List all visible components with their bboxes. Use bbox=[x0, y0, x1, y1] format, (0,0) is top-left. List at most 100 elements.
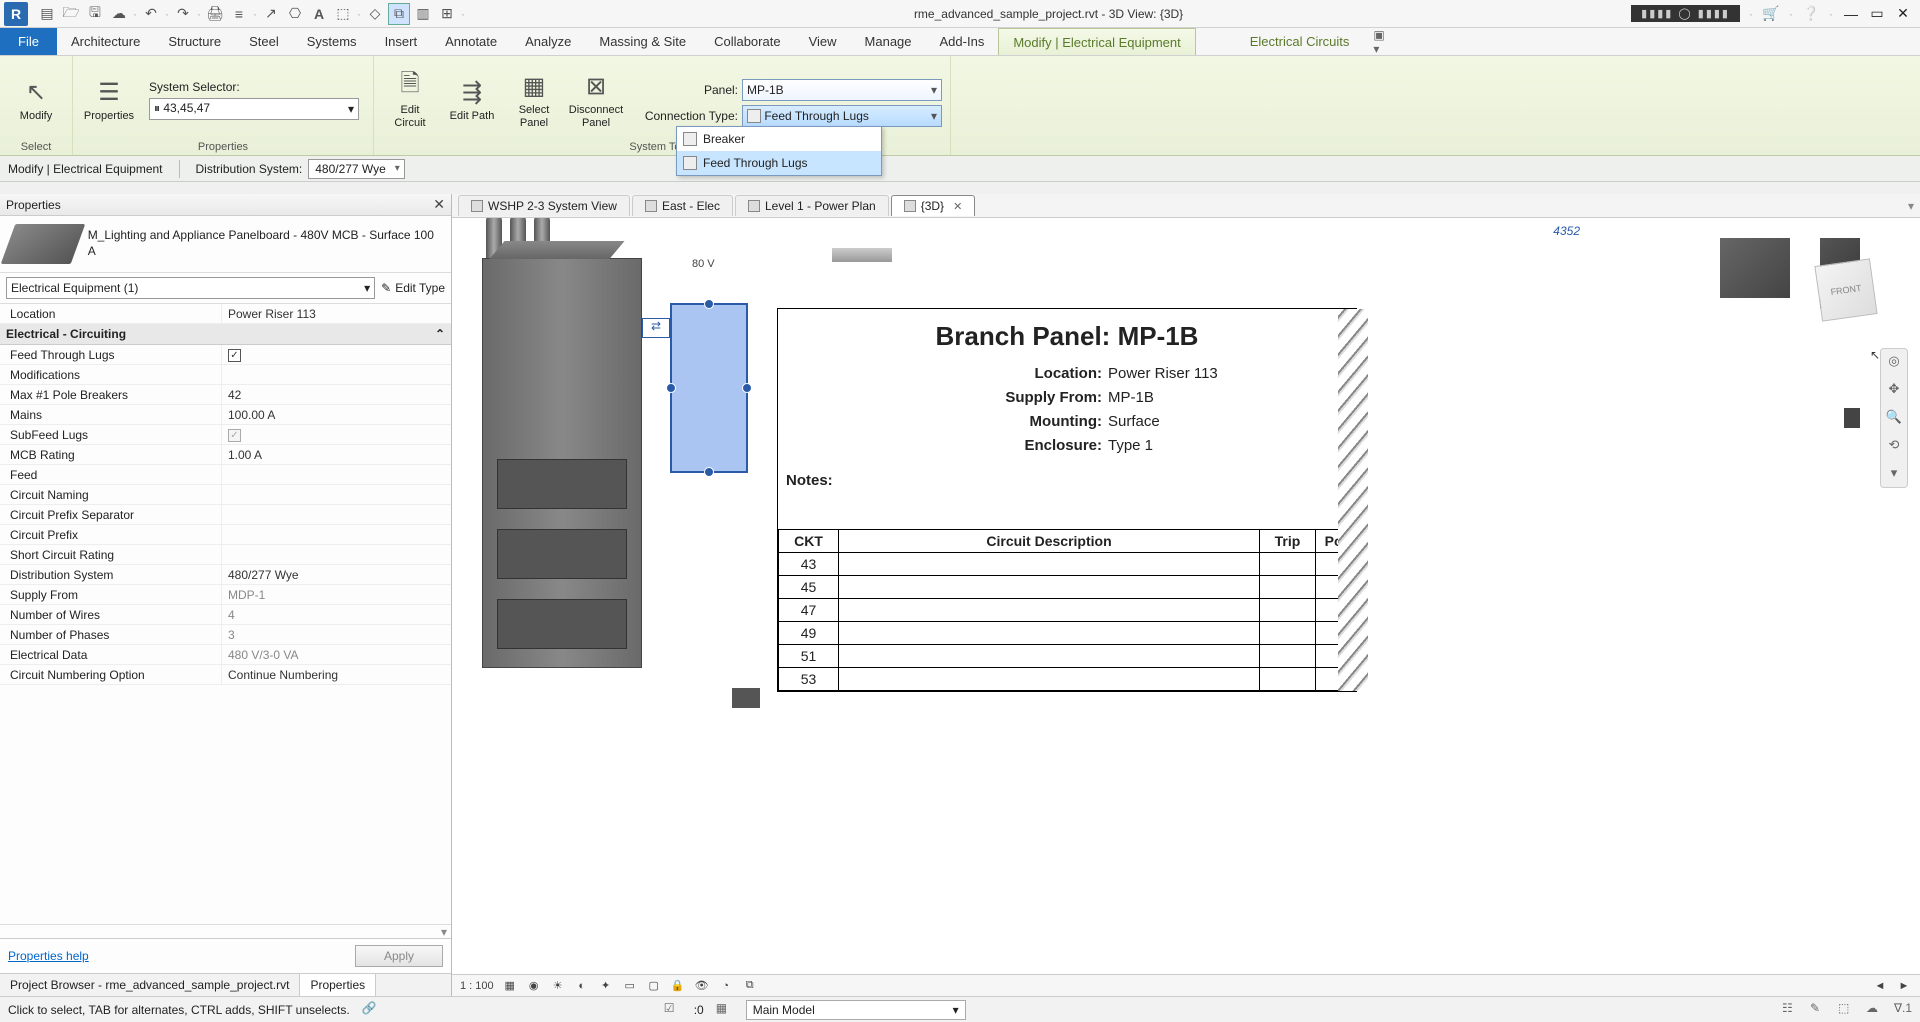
tab-project-browser[interactable]: Project Browser - rme_advanced_sample_pr… bbox=[0, 974, 300, 996]
tab-structure[interactable]: Structure bbox=[154, 28, 235, 55]
ribbon-collapse-icon[interactable]: ▣ ▾ bbox=[1373, 28, 1389, 42]
editing-requests-icon[interactable]: ✎ bbox=[1810, 1001, 1828, 1019]
dropdown-item-breaker[interactable]: Breaker bbox=[677, 127, 881, 151]
qat-print-icon[interactable]: 🖨 bbox=[204, 3, 226, 25]
minimize-icon[interactable]: — bbox=[1842, 5, 1860, 23]
reveal-icon[interactable]: ◔ bbox=[718, 978, 734, 994]
properties-help-link[interactable]: Properties help bbox=[8, 949, 89, 963]
qat-undo-icon[interactable]: ↶ bbox=[140, 3, 162, 25]
constraints-icon[interactable]: ⧉ bbox=[742, 978, 758, 994]
design-options-icon[interactable]: ☷ bbox=[1782, 1001, 1800, 1019]
rendering-icon[interactable]: ✦ bbox=[598, 978, 614, 994]
type-selector[interactable]: M_Lighting and Appliance Panelboard - 48… bbox=[0, 216, 451, 273]
property-row[interactable]: Distribution System480/277 Wye bbox=[0, 565, 451, 585]
select-links-icon[interactable]: 🔗 bbox=[362, 1001, 380, 1019]
qat-thinlines-icon[interactable]: ⧉ bbox=[388, 3, 410, 25]
property-row[interactable]: Modifications bbox=[0, 365, 451, 385]
property-row[interactable]: Number of Wires4 bbox=[0, 605, 451, 625]
qat-redo-icon[interactable]: ↷ bbox=[172, 3, 194, 25]
tab-insert[interactable]: Insert bbox=[371, 28, 432, 55]
lock-icon[interactable]: 🔒 bbox=[670, 978, 686, 994]
visual-style-icon[interactable]: ◉ bbox=[526, 978, 542, 994]
cart-icon[interactable]: 🛒 bbox=[1762, 5, 1780, 23]
property-row[interactable]: Circuit Naming bbox=[0, 485, 451, 505]
panel-dropdown[interactable]: MP-1B▾ bbox=[742, 79, 942, 101]
zoom-icon[interactable]: 🔍 bbox=[1885, 409, 1903, 427]
tab-modify-equipment[interactable]: Modify | Electrical Equipment bbox=[998, 28, 1195, 55]
apply-button[interactable]: Apply bbox=[355, 945, 443, 967]
view-cube[interactable]: FRONT bbox=[1814, 258, 1877, 321]
tab-collaborate[interactable]: Collaborate bbox=[700, 28, 795, 55]
view-tab[interactable]: East - Elec bbox=[632, 195, 733, 216]
restore-icon[interactable]: ▭ bbox=[1868, 5, 1886, 23]
detail-level-icon[interactable]: ▦ bbox=[502, 978, 518, 994]
view-tab[interactable]: Level 1 - Power Plan bbox=[735, 195, 889, 216]
tab-architecture[interactable]: Architecture bbox=[57, 28, 154, 55]
tab-analyze[interactable]: Analyze bbox=[511, 28, 585, 55]
modify-button[interactable]: ↖ Modify bbox=[8, 74, 64, 124]
qat-close-inactive-icon[interactable]: ▥ bbox=[412, 3, 434, 25]
qat-measure-icon[interactable]: ≡ bbox=[228, 3, 250, 25]
property-row[interactable]: Short Circuit Rating bbox=[0, 545, 451, 565]
flip-control-icon[interactable]: ⇄ bbox=[642, 318, 670, 338]
temp-hide-icon[interactable]: 👁 bbox=[694, 978, 710, 994]
tab-systems[interactable]: Systems bbox=[293, 28, 371, 55]
dropdown-item-feed-through-lugs[interactable]: Feed Through Lugs bbox=[677, 151, 881, 175]
qat-section-icon[interactable]: ◇ bbox=[364, 3, 386, 25]
crop-icon[interactable]: ▭ bbox=[622, 978, 638, 994]
drag-handle[interactable] bbox=[704, 467, 714, 477]
scroll-right-icon[interactable]: ► bbox=[1896, 978, 1912, 994]
property-row[interactable]: LocationPower Riser 113 bbox=[0, 304, 451, 324]
tab-manage[interactable]: Manage bbox=[851, 28, 926, 55]
qat-open-icon[interactable]: 🗁 bbox=[60, 3, 82, 25]
help-icon[interactable]: ❔ bbox=[1802, 5, 1820, 23]
property-row[interactable]: Circuit Numbering OptionContinue Numberi… bbox=[0, 665, 451, 685]
full-nav-wheel-icon[interactable]: ◎ bbox=[1885, 353, 1903, 371]
edit-path-button[interactable]: ⇶Edit Path bbox=[444, 74, 500, 124]
select-panel-button[interactable]: ▦Select Panel bbox=[506, 68, 562, 130]
qat-text-icon[interactable]: A bbox=[308, 3, 330, 25]
editable-only-icon[interactable]: ▦ bbox=[716, 1001, 734, 1019]
selected-element[interactable] bbox=[670, 303, 748, 473]
crop-visible-icon[interactable]: ▢ bbox=[646, 978, 662, 994]
property-row[interactable]: Number of Phases3 bbox=[0, 625, 451, 645]
edit-circuit-button[interactable]: 🗎Edit Circuit bbox=[382, 68, 438, 130]
qat-sync-icon[interactable]: ☁ bbox=[108, 3, 130, 25]
tab-properties[interactable]: Properties bbox=[300, 974, 376, 996]
close-icon[interactable]: ✕ bbox=[953, 200, 962, 213]
shadows-icon[interactable]: ◐ bbox=[574, 978, 590, 994]
checkbox-icon[interactable]: ✓ bbox=[228, 349, 241, 362]
property-row[interactable]: Circuit Prefix Separator bbox=[0, 505, 451, 525]
property-row[interactable]: Circuit Prefix bbox=[0, 525, 451, 545]
scroll-left-icon[interactable]: ◄ bbox=[1872, 978, 1888, 994]
file-tab[interactable]: File bbox=[0, 28, 57, 55]
qat-switch-icon[interactable]: ⊞ bbox=[436, 3, 458, 25]
drag-handle[interactable] bbox=[742, 383, 752, 393]
scale-value[interactable]: 1 : 100 bbox=[460, 980, 494, 992]
tab-overflow-icon[interactable]: ▾ bbox=[1908, 199, 1914, 213]
property-row[interactable]: Feed bbox=[0, 465, 451, 485]
sun-path-icon[interactable]: ☀ bbox=[550, 978, 566, 994]
qat-home-icon[interactable]: ▤ bbox=[36, 3, 58, 25]
selection-count-icon[interactable]: ∇.1 bbox=[1894, 1001, 1912, 1019]
connection-type-dropdown[interactable]: Feed Through Lugs▾ bbox=[742, 105, 942, 127]
tab-view[interactable]: View bbox=[795, 28, 851, 55]
qat-tag-icon[interactable]: ⎔ bbox=[284, 3, 306, 25]
property-row[interactable]: Feed Through Lugs✓ bbox=[0, 345, 451, 365]
qat-3d-icon[interactable]: ⬚ bbox=[332, 3, 354, 25]
tab-addins[interactable]: Add-Ins bbox=[926, 28, 999, 55]
property-row[interactable]: MCB Rating1.00 A bbox=[0, 445, 451, 465]
worksets-icon[interactable]: ☑ bbox=[664, 1001, 682, 1019]
property-row[interactable]: SubFeed Lugs✓ bbox=[0, 425, 451, 445]
search-box[interactable]: ▮▮▮▮ ◯ ▮▮▮▮ bbox=[1631, 5, 1740, 22]
drag-handle[interactable] bbox=[704, 299, 714, 309]
qat-save-icon[interactable]: 🖫 bbox=[84, 3, 106, 25]
tab-electrical-circuits[interactable]: Electrical Circuits bbox=[1236, 28, 1364, 55]
chevron-down-icon[interactable]: ▾ bbox=[1885, 465, 1903, 483]
property-row[interactable]: Mains100.00 A bbox=[0, 405, 451, 425]
properties-button[interactable]: ☰ Properties bbox=[81, 74, 137, 124]
property-row[interactable]: Supply FromMDP-1 bbox=[0, 585, 451, 605]
property-row[interactable]: Electrical Data480 V/3-0 VA bbox=[0, 645, 451, 665]
view-tab[interactable]: WSHP 2-3 System View bbox=[458, 195, 630, 216]
orbit-icon[interactable]: ⟲ bbox=[1885, 437, 1903, 455]
